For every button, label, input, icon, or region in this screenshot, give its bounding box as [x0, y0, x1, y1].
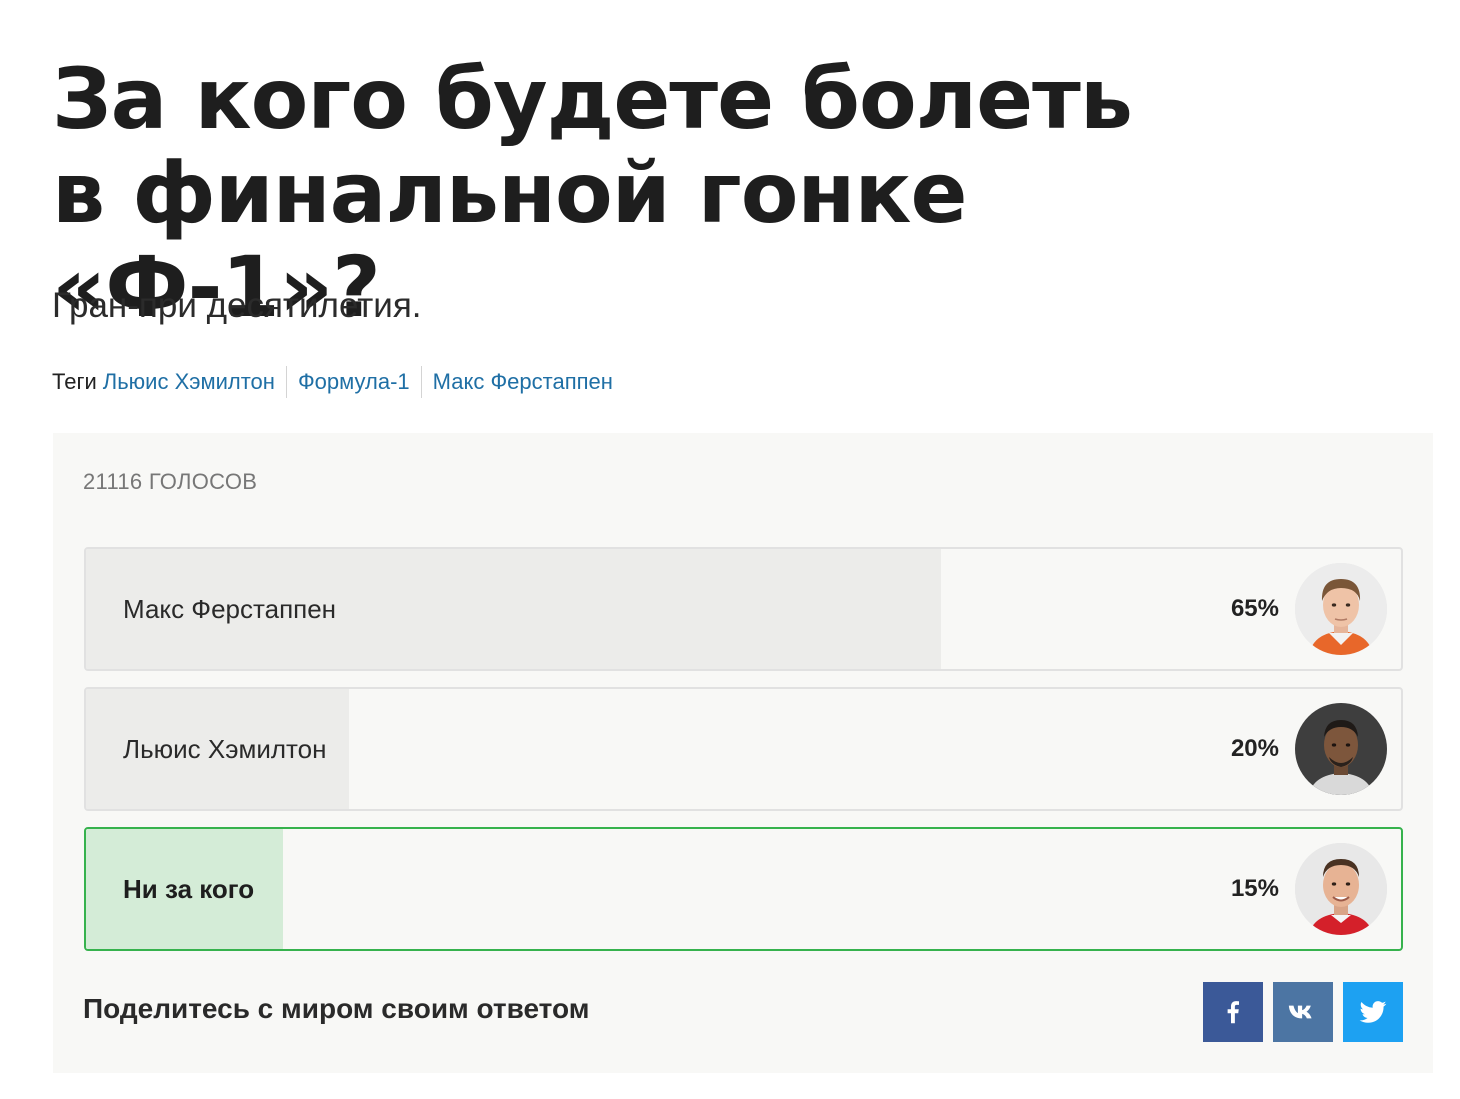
tags-row: Теги Льюис Хэмилтон Формула-1 Макс Ферст…: [52, 366, 624, 398]
poll-option-percent: 20%: [1230, 735, 1279, 762]
poll-option-label: Льюис Хэмилтон: [123, 734, 327, 764]
poll-option-percent: 65%: [1230, 595, 1279, 622]
poll-option-none[interactable]: Ни за кого 15%: [84, 827, 1403, 951]
facebook-icon: [1227, 1001, 1239, 1024]
facebook-share-button[interactable]: [1203, 982, 1263, 1042]
poll-option-verstappen[interactable]: Макс Ферстаппен 65%: [84, 547, 1403, 671]
twitter-icon: [1359, 1001, 1387, 1023]
hamilton-avatar: [1295, 703, 1387, 795]
tag-formula-1[interactable]: Формула-1: [285, 366, 421, 398]
verstappen-avatar: [1295, 563, 1387, 655]
poll-widget: 21116 ГОЛОСОВ Макс Ферстаппен 65% Льюис …: [53, 433, 1433, 1073]
tags-label: Теги: [52, 369, 97, 394]
poll-page: За кого будете болеть в финальной гонке …: [0, 0, 1460, 1099]
vk-share-button[interactable]: [1273, 982, 1333, 1042]
share-prompt: Поделитесь с миром своим ответом: [83, 993, 590, 1024]
twitter-share-button[interactable]: [1343, 982, 1403, 1042]
poll-option-hamilton[interactable]: Льюис Хэмилтон 20%: [84, 687, 1403, 811]
poll-option-percent: 15%: [1230, 875, 1279, 902]
tag-lewis-hamilton[interactable]: Льюис Хэмилтон: [103, 366, 286, 398]
page-subtitle: Гран-при десятилетия.: [52, 286, 422, 325]
tag-max-verstappen[interactable]: Макс Ферстаппен: [420, 366, 624, 398]
votes-count: 21116 ГОЛОСОВ: [83, 469, 258, 494]
schumacher-avatar: [1295, 843, 1387, 935]
poll-option-label: Макс Ферстаппен: [123, 594, 337, 624]
vk-icon: [1288, 1005, 1312, 1019]
poll-option-label: Ни за кого: [123, 874, 255, 904]
